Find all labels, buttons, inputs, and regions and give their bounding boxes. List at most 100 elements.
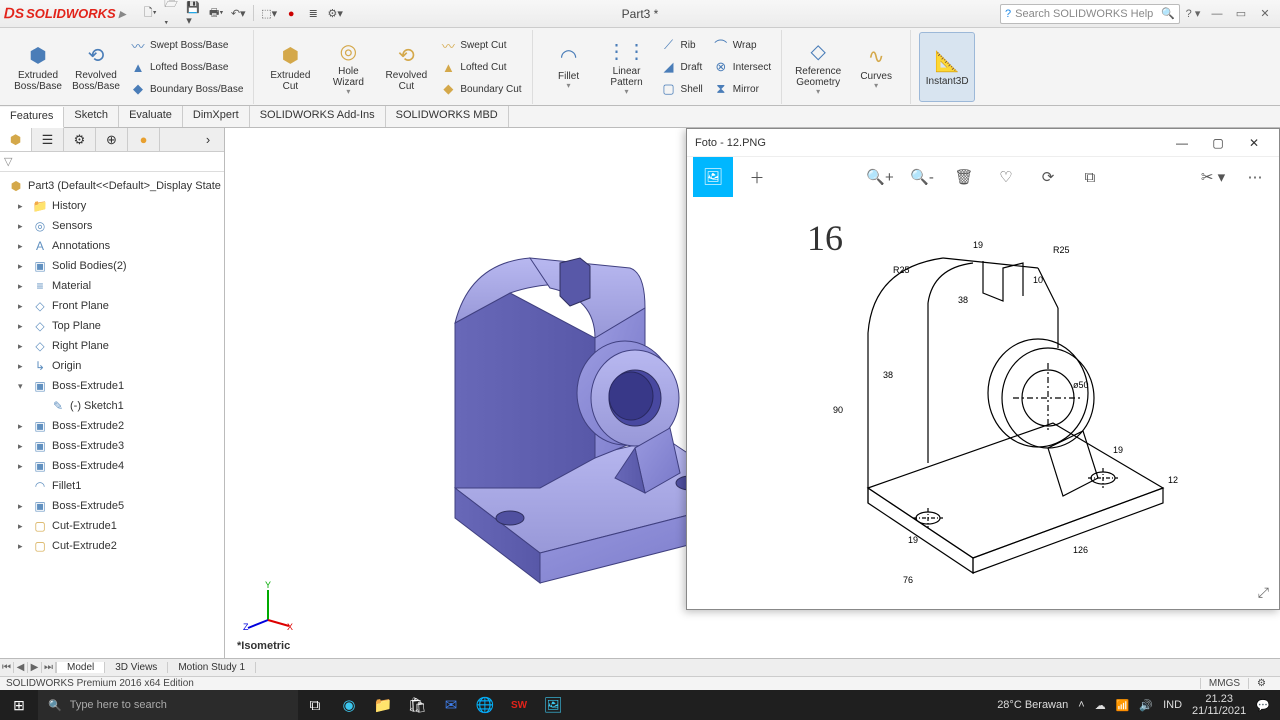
fm-tab-dimxpert-icon[interactable]: ⊕	[96, 128, 128, 151]
photos-max-button[interactable]: ▢	[1201, 130, 1235, 156]
photos-rotate-icon[interactable]: ⟳	[1030, 159, 1066, 195]
fm-tab-config-icon[interactable]: ⚙	[64, 128, 96, 151]
photos-gallery-icon[interactable]: 🖼	[693, 157, 733, 197]
tree-root[interactable]: ⬢Part3 (Default<<Default>_Display State	[2, 176, 222, 196]
nav-last-icon[interactable]: ⏭	[42, 662, 56, 673]
lofted-cut-button[interactable]: ▲Lofted Cut	[436, 56, 525, 78]
minimize-button[interactable]: —	[1206, 4, 1228, 24]
tray-chevron-icon[interactable]: ˄	[1078, 699, 1084, 711]
photos-expand-icon[interactable]: ⤢	[1258, 584, 1269, 601]
swept-boss-button[interactable]: 〰Swept Boss/Base	[126, 34, 247, 56]
close-button[interactable]: ✕	[1254, 4, 1276, 24]
tree-item[interactable]: ▸▣Boss-Extrude3	[2, 436, 222, 456]
status-units[interactable]: MMGS	[1200, 678, 1248, 689]
tray-lang[interactable]: IND	[1163, 699, 1182, 711]
tree-item[interactable]: ▸◎Sensors	[2, 216, 222, 236]
print-icon[interactable]: 🖶▾	[207, 5, 225, 23]
photos-edit-icon[interactable]: ✂ ▾	[1195, 159, 1231, 195]
photos-title-bar[interactable]: Foto - 12.PNG — ▢ ✕	[687, 129, 1279, 157]
task-view-icon[interactable]: ⧉	[298, 690, 332, 720]
fm-filter-input[interactable]: ▽	[0, 152, 224, 172]
open-icon[interactable]: 🗁▾	[163, 5, 181, 23]
wrap-button[interactable]: ⌒Wrap	[709, 34, 775, 56]
task-chrome-icon[interactable]: 🌐	[468, 690, 502, 720]
select-icon[interactable]: ⬚▾	[260, 5, 278, 23]
boundary-boss-button[interactable]: ◆Boundary Boss/Base	[126, 78, 247, 100]
tray-weather[interactable]: 28°C Berawan	[997, 699, 1068, 711]
photos-close-button[interactable]: ✕	[1237, 130, 1271, 156]
extruded-boss-button[interactable]: ⬢Extruded Boss/Base	[10, 32, 66, 102]
mirror-button[interactable]: ⧗Mirror	[709, 78, 775, 100]
linear-pattern-button[interactable]: ⋮⋮Linear Pattern▾	[599, 32, 655, 102]
fm-tab-more-icon[interactable]: ›	[192, 128, 224, 151]
new-icon[interactable]: 🗋▾	[141, 5, 159, 23]
bottom-tab-model[interactable]: Model	[57, 662, 105, 673]
help-search-input[interactable]: ? Search SOLIDWORKS Help 🔍	[1000, 4, 1180, 24]
shell-button[interactable]: ▢Shell	[657, 78, 707, 100]
photos-min-button[interactable]: —	[1165, 130, 1199, 156]
nav-next-icon[interactable]: ▶	[28, 662, 42, 673]
draft-button[interactable]: ◢Draft	[657, 56, 707, 78]
tree-item[interactable]: ▾▣Boss-Extrude1	[2, 376, 222, 396]
tab-mbd[interactable]: SOLIDWORKS MBD	[386, 106, 509, 127]
nav-first-icon[interactable]: ⏮	[0, 662, 14, 673]
status-custom-icon[interactable]: ⚙	[1248, 678, 1274, 689]
tree-item[interactable]: ▸AAnnotations	[2, 236, 222, 256]
boundary-cut-button[interactable]: ◆Boundary Cut	[436, 78, 525, 100]
rib-button[interactable]: ⟋Rib	[657, 34, 707, 56]
photos-canvas[interactable]: 16	[687, 197, 1279, 609]
settings-icon[interactable]: ⚙▾	[326, 5, 344, 23]
tree-item[interactable]: ▸▢Cut-Extrude1	[2, 516, 222, 536]
tree-item[interactable]: ▸◇Front Plane	[2, 296, 222, 316]
tree-item[interactable]: ▸▣Boss-Extrude5	[2, 496, 222, 516]
task-edge-icon[interactable]: ◉	[332, 690, 366, 720]
lofted-boss-button[interactable]: ▲Lofted Boss/Base	[126, 56, 247, 78]
instant3d-button[interactable]: 📐Instant3D	[919, 32, 975, 102]
task-mail-icon[interactable]: ✉	[434, 690, 468, 720]
tree-item[interactable]: ▸↳Origin	[2, 356, 222, 376]
task-explorer-icon[interactable]: 📁	[366, 690, 400, 720]
curves-button[interactable]: ∿Curves▾	[848, 32, 904, 102]
options-icon[interactable]: ≣	[304, 5, 322, 23]
tray-clock[interactable]: 21.2321/11/2021	[1192, 693, 1246, 717]
tray-notifications-icon[interactable]: 💬	[1256, 699, 1270, 712]
tree-item[interactable]: ✎(-) Sketch1	[2, 396, 222, 416]
tree-item[interactable]: ▸▣Solid Bodies(2)	[2, 256, 222, 276]
fm-tab-tree-icon[interactable]: ⬢	[0, 128, 32, 151]
help-dropdown[interactable]: ? ▾	[1182, 4, 1204, 24]
bottom-tab-motion[interactable]: Motion Study 1	[168, 662, 256, 673]
feature-tree[interactable]: ⬢Part3 (Default<<Default>_Display State …	[0, 172, 224, 658]
fm-tab-property-icon[interactable]: ☰	[32, 128, 64, 151]
start-button[interactable]: ⊞	[0, 690, 38, 720]
tree-item[interactable]: ▸▣Boss-Extrude4	[2, 456, 222, 476]
fm-tab-display-icon[interactable]: ●	[128, 128, 160, 151]
hole-wizard-button[interactable]: ◎Hole Wizard▾	[320, 32, 376, 102]
extruded-cut-button[interactable]: ⬢Extruded Cut	[262, 32, 318, 102]
undo-icon[interactable]: ↶▾	[229, 5, 247, 23]
nav-prev-icon[interactable]: ◀	[14, 662, 28, 673]
task-photos-icon[interactable]: 🖼	[536, 690, 570, 720]
bottom-tab-3dviews[interactable]: 3D Views	[105, 662, 168, 673]
graphics-viewport[interactable]: 🔍 ⤢ ⟲ ▧	[225, 128, 1280, 658]
tree-item[interactable]: ◠Fillet1	[2, 476, 222, 496]
swept-cut-button[interactable]: 〰Swept Cut	[436, 34, 525, 56]
tab-dimxpert[interactable]: DimXpert	[183, 106, 250, 127]
photos-delete-icon[interactable]: 🗑	[946, 159, 982, 195]
intersect-button[interactable]: ⊗Intersect	[709, 56, 775, 78]
tray-wifi-icon[interactable]: 📶	[1116, 699, 1130, 712]
reference-geometry-button[interactable]: ◇Reference Geometry▾	[790, 32, 846, 102]
photos-crop-icon[interactable]: ⧉	[1072, 159, 1108, 195]
tray-cloud-icon[interactable]: ☁	[1095, 699, 1106, 712]
photos-add-icon[interactable]: ＋	[739, 159, 775, 195]
photos-favorite-icon[interactable]: ♡	[988, 159, 1024, 195]
save-icon[interactable]: 💾▾	[185, 5, 203, 23]
tree-item[interactable]: ▸📁History	[2, 196, 222, 216]
revolved-boss-button[interactable]: ⟲Revolved Boss/Base	[68, 32, 124, 102]
tray-sound-icon[interactable]: 🔊	[1139, 699, 1153, 712]
photos-more-icon[interactable]: ⋯	[1237, 159, 1273, 195]
fillet-button[interactable]: ◠Fillet▾	[541, 32, 597, 102]
tab-evaluate[interactable]: Evaluate	[119, 106, 183, 127]
tab-features[interactable]: Features	[0, 107, 64, 128]
tree-item[interactable]: ▸▣Boss-Extrude2	[2, 416, 222, 436]
photos-zoomout-icon[interactable]: 🔍-	[904, 159, 940, 195]
